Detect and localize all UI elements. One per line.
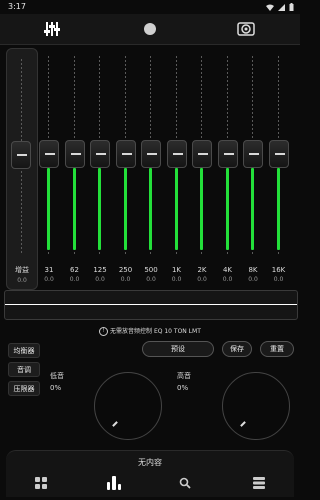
band-value-label: 0.0 (95, 276, 105, 283)
search-icon (179, 477, 191, 489)
status-bar: 3:17 (0, 0, 300, 14)
band-level-fill (72, 168, 76, 250)
band-value-label: 0.0 (197, 276, 207, 283)
band-level-fill (200, 168, 203, 250)
treble-value: 0% (177, 384, 189, 392)
band-level-fill (149, 168, 152, 250)
signal-icon (278, 3, 285, 11)
gain-value: 0.0 (17, 277, 27, 284)
band-knob[interactable] (90, 140, 110, 168)
grid-icon (35, 477, 47, 489)
status-time: 3:17 (8, 2, 26, 11)
bass-label: 低音 (50, 372, 64, 380)
bass-dial[interactable] (94, 372, 162, 440)
notice-row: ! 无需放音频控制 EQ 10 TON LMT (0, 326, 300, 336)
nav-apps[interactable] (32, 475, 50, 491)
band-slider-250[interactable]: 250 0.0 (115, 48, 137, 288)
band-value-label: 0.0 (69, 276, 80, 283)
limiter-mode-button[interactable]: 压限器 (8, 381, 40, 396)
tab-speaker[interactable] (235, 18, 257, 40)
band-slider-2k[interactable]: 2K 0.0 (191, 48, 213, 288)
eq-panel: 增益 0.0 31 0.0 62 0.0 125 0.0 250 0.0 500 0.0 1K 0.0… (6, 48, 294, 290)
equalizer-mode-button[interactable]: 均衡器 (8, 343, 40, 358)
battery-icon (289, 3, 294, 11)
tone-mode-button[interactable]: 音调 (8, 362, 40, 377)
band-level-fill (251, 168, 254, 250)
nav-equalizer[interactable] (105, 475, 123, 491)
band-value-label: 0.0 (273, 276, 284, 283)
band-slider-8k[interactable]: 8K 0.0 (242, 48, 264, 288)
waveform-line (5, 304, 297, 305)
band-frequency-label: 4K (222, 266, 233, 274)
band-knob[interactable] (268, 140, 289, 168)
band-frequency-label: 16K (271, 266, 286, 274)
tab-equalizer[interactable] (41, 18, 63, 40)
top-tab-bar (0, 14, 300, 45)
gain-slider[interactable]: 增益 0.0 (6, 48, 38, 290)
circle-icon (144, 23, 156, 35)
info-icon: ! (99, 327, 109, 336)
band-frequency-label: 31 (44, 266, 54, 274)
band-knob[interactable] (217, 140, 238, 168)
band-level-fill (276, 168, 280, 250)
band-slider-500[interactable]: 500 0.0 (140, 48, 162, 288)
band-frequency-label: 500 (144, 266, 158, 274)
band-frequency-label: 62 (70, 266, 79, 274)
band-value-label: 0.0 (44, 276, 54, 283)
band-knob[interactable] (39, 140, 59, 168)
band-level-fill (174, 168, 178, 250)
bottom-bar: 无内容 (6, 450, 294, 497)
band-slider-16k[interactable]: 16K 0.0 (268, 48, 290, 288)
tab-visualizer[interactable] (139, 18, 161, 40)
save-button[interactable]: 保存 (222, 341, 252, 357)
band-value-label: 0.0 (171, 276, 182, 283)
band-slider-4k[interactable]: 4K 0.0 (217, 48, 239, 288)
band-value-label: 0.0 (120, 276, 131, 283)
band-slider-1k[interactable]: 1K 0.0 (166, 48, 188, 288)
bars-icon (107, 476, 121, 490)
reset-button[interactable]: 重置 (260, 341, 294, 357)
status-icons (266, 3, 294, 11)
band-knob[interactable] (192, 140, 212, 168)
band-frequency-label: 2K (197, 266, 207, 274)
player-status: 无内容 (138, 458, 162, 467)
band-knob[interactable] (166, 140, 187, 168)
band-frequency-label: 8K (248, 266, 258, 274)
nav-list[interactable] (250, 475, 268, 491)
band-knob[interactable] (243, 140, 263, 168)
gain-knob[interactable] (11, 141, 31, 169)
band-value-label: 0.0 (222, 276, 233, 283)
equalizer-sliders-icon (44, 22, 60, 36)
band-level-fill (47, 168, 50, 250)
band-knob[interactable] (115, 140, 136, 168)
band-value-label: 0.0 (248, 276, 258, 283)
gain-label: 增益 (15, 266, 29, 274)
band-slider-31[interactable]: 31 0.0 (38, 48, 60, 288)
band-slider-125[interactable]: 125 0.0 (89, 48, 111, 288)
list-icon (253, 477, 265, 489)
band-level-fill (225, 168, 229, 250)
band-level-fill (123, 168, 127, 250)
band-knob[interactable] (64, 140, 85, 168)
band-frequency-label: 250 (118, 266, 133, 274)
treble-label: 高音 (177, 372, 191, 380)
nav-search[interactable] (176, 475, 194, 491)
band-knob[interactable] (141, 140, 161, 168)
band-frequency-label: 1K (171, 266, 182, 274)
wifi-icon (266, 4, 274, 11)
band-value-label: 0.0 (146, 276, 156, 283)
band-level-fill (98, 168, 101, 250)
speaker-icon (237, 22, 255, 36)
treble-dial-indicator (240, 421, 246, 427)
notice-text: 无需放音频控制 EQ 10 TON LMT (110, 328, 201, 335)
preset-button[interactable]: 预设 (142, 341, 214, 357)
band-slider-62[interactable]: 62 0.0 (64, 48, 86, 288)
treble-dial[interactable] (222, 372, 290, 440)
bass-dial-indicator (112, 421, 118, 427)
band-frequency-label: 125 (93, 266, 107, 274)
bass-value: 0% (50, 384, 62, 392)
waveform-bar (4, 290, 298, 320)
band-sliders: 31 0.0 62 0.0 125 0.0 250 0.0 500 0.0 1K 0.0 2K 0.0 4K… (38, 48, 294, 288)
